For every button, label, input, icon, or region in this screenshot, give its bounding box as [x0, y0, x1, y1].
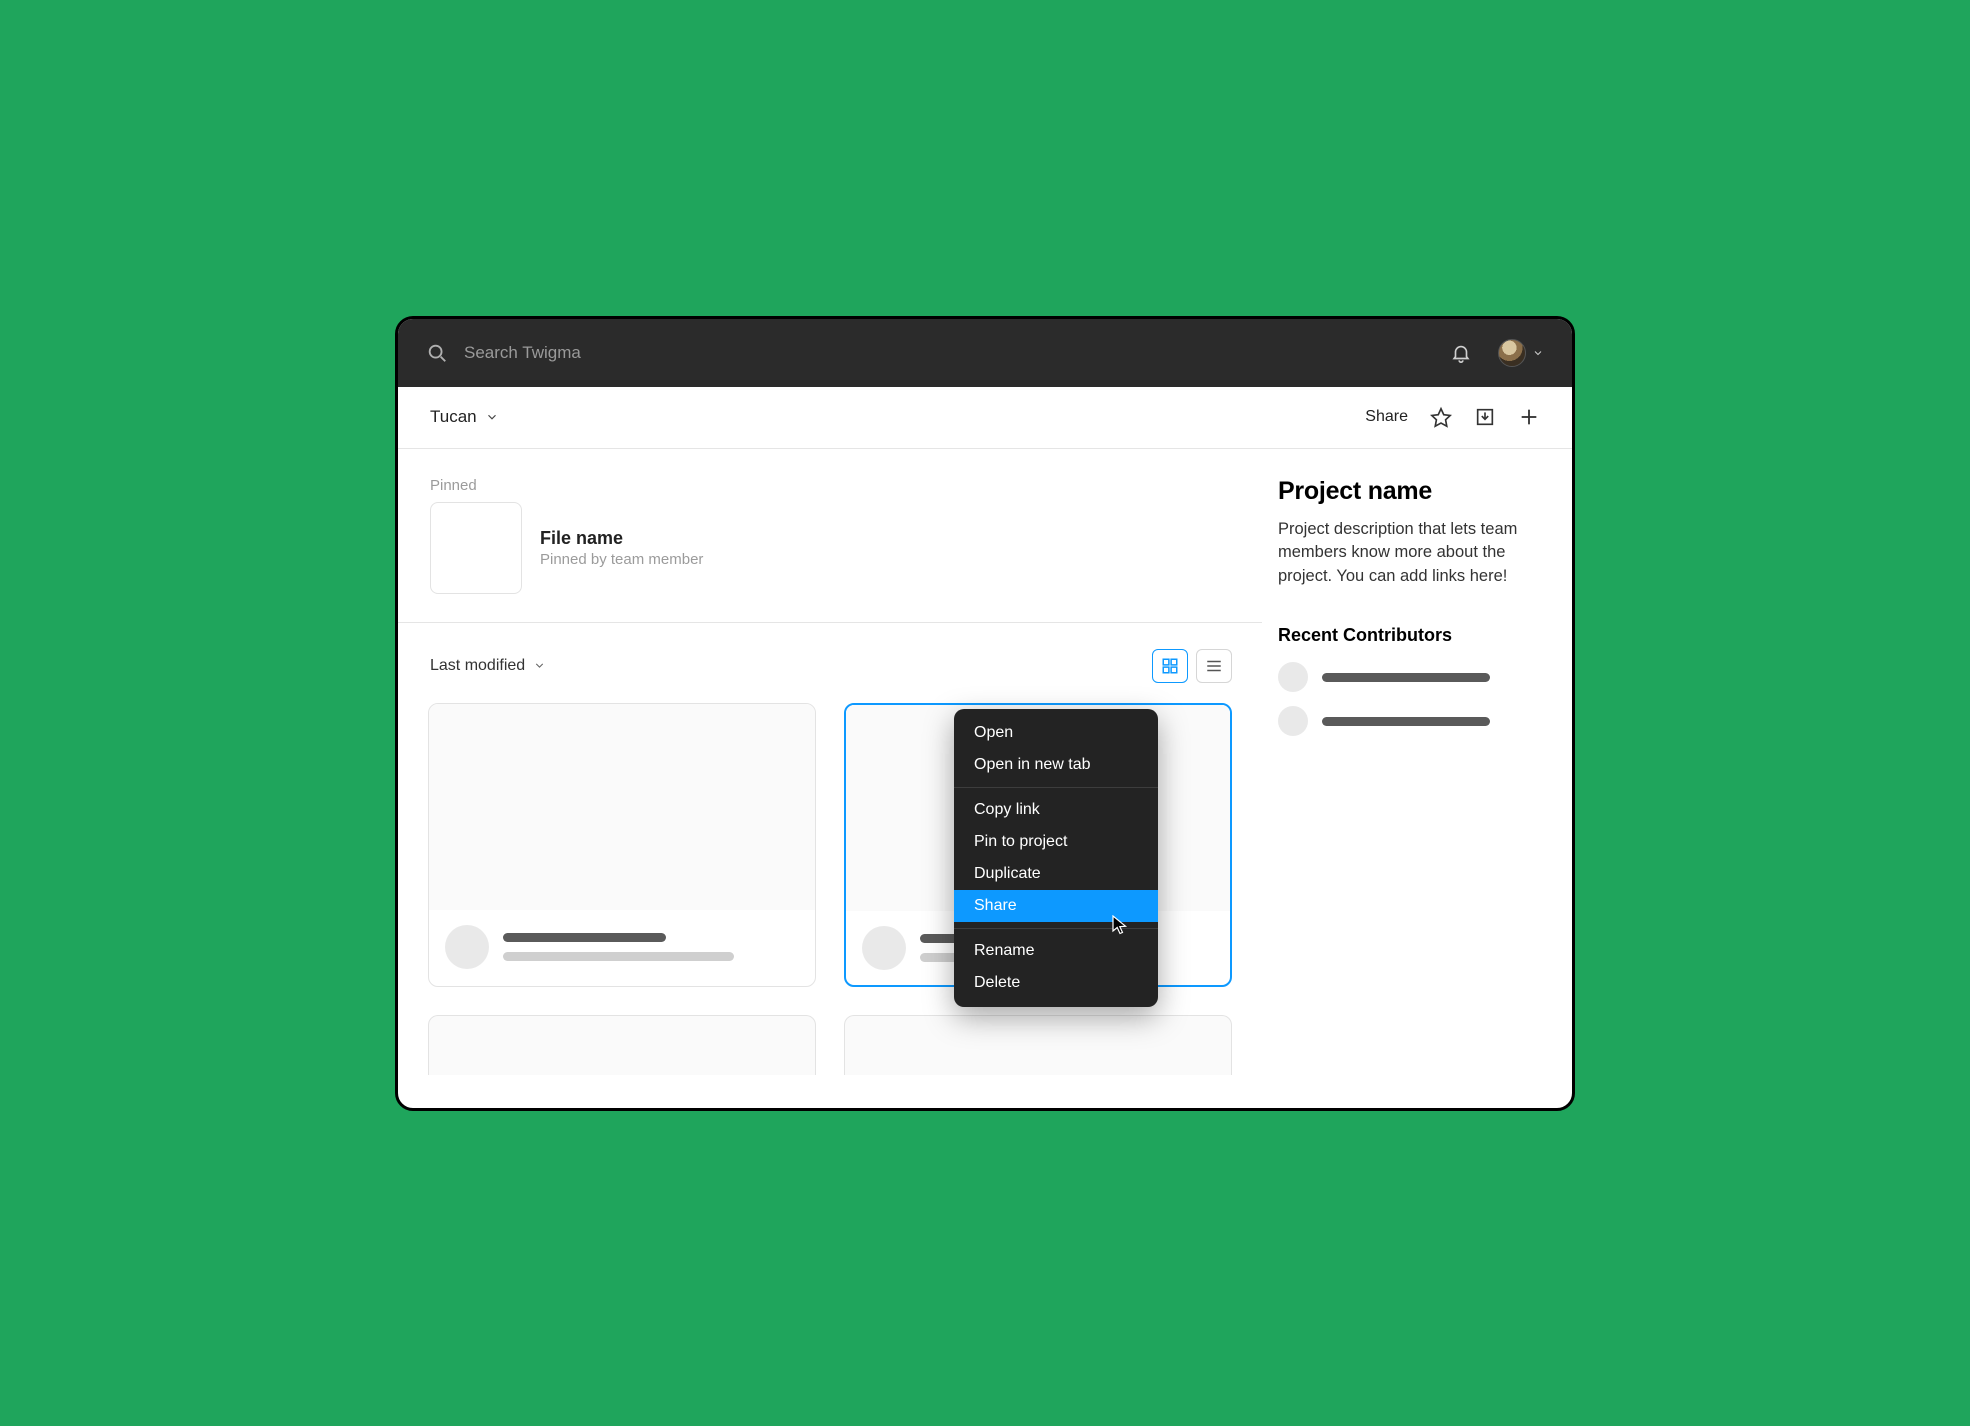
search-icon [426, 342, 448, 364]
file-thumbnail [429, 704, 815, 910]
pinned-thumbnail [430, 502, 522, 594]
sort-dropdown[interactable]: Last modified [430, 657, 546, 675]
pinned-item[interactable]: File name Pinned by team member [430, 502, 1262, 594]
plus-icon[interactable] [1518, 406, 1540, 428]
chevron-down-icon [1532, 347, 1544, 359]
file-card[interactable] [844, 1015, 1232, 1075]
share-button[interactable]: Share [1365, 408, 1408, 426]
topbar-right [1450, 339, 1544, 367]
contributor-avatar [1278, 706, 1308, 736]
file-card-footer [429, 910, 815, 984]
bell-icon[interactable] [1450, 342, 1472, 364]
project-description: Project description that lets team membe… [1278, 518, 1542, 590]
recent-contributors-title: Recent Contributors [1278, 625, 1542, 646]
project-title: Project name [1278, 477, 1542, 506]
menu-separator [954, 787, 1158, 788]
sort-label: Last modified [430, 657, 525, 675]
app-window: Tucan Share [395, 316, 1575, 1111]
view-toggle [1152, 649, 1232, 683]
menu-share[interactable]: Share [954, 890, 1158, 922]
pinned-label: Pinned [430, 477, 1262, 494]
chevron-down-icon [485, 410, 499, 424]
workspace-name: Tucan [430, 407, 477, 427]
file-owner-avatar [862, 926, 906, 970]
sub-header: Tucan Share [398, 387, 1572, 449]
menu-pin[interactable]: Pin to project [954, 826, 1158, 858]
avatar [1498, 339, 1526, 367]
context-menu: Open Open in new tab Copy link Pin to pr… [954, 709, 1158, 1007]
contributor-name-placeholder [1322, 717, 1490, 726]
contributor-avatar [1278, 662, 1308, 692]
subheader-actions: Share [1365, 406, 1540, 428]
contributor-row[interactable] [1278, 706, 1542, 736]
star-icon[interactable] [1430, 406, 1452, 428]
import-icon[interactable] [1474, 406, 1496, 428]
chevron-down-icon [533, 659, 546, 672]
menu-open[interactable]: Open [954, 717, 1158, 749]
avatar-menu[interactable] [1498, 339, 1544, 367]
grid-view-button[interactable] [1152, 649, 1188, 683]
file-title-placeholder [503, 933, 666, 942]
menu-duplicate[interactable]: Duplicate [954, 858, 1158, 890]
workspace-switcher[interactable]: Tucan [430, 407, 499, 427]
pinned-file-name: File name [540, 528, 703, 549]
file-subtitle-placeholder [503, 952, 734, 961]
menu-open-new-tab[interactable]: Open in new tab [954, 749, 1158, 781]
top-bar [398, 319, 1572, 387]
menu-delete[interactable]: Delete [954, 967, 1158, 999]
search-wrap [426, 342, 1432, 364]
file-card[interactable] [428, 703, 816, 987]
contributor-name-placeholder [1322, 673, 1490, 682]
list-view-button[interactable] [1196, 649, 1232, 683]
contributor-row[interactable] [1278, 662, 1542, 692]
file-owner-avatar [445, 925, 489, 969]
toolbar-row: Last modified [398, 623, 1262, 703]
pinned-meta: File name Pinned by team member [540, 528, 703, 568]
menu-copy-link[interactable]: Copy link [954, 794, 1158, 826]
menu-rename[interactable]: Rename [954, 935, 1158, 967]
pinned-by: Pinned by team member [540, 551, 703, 568]
side-panel: Project name Project description that le… [1262, 449, 1572, 1108]
menu-separator [954, 928, 1158, 929]
search-input[interactable] [464, 343, 864, 363]
file-card[interactable] [428, 1015, 816, 1075]
